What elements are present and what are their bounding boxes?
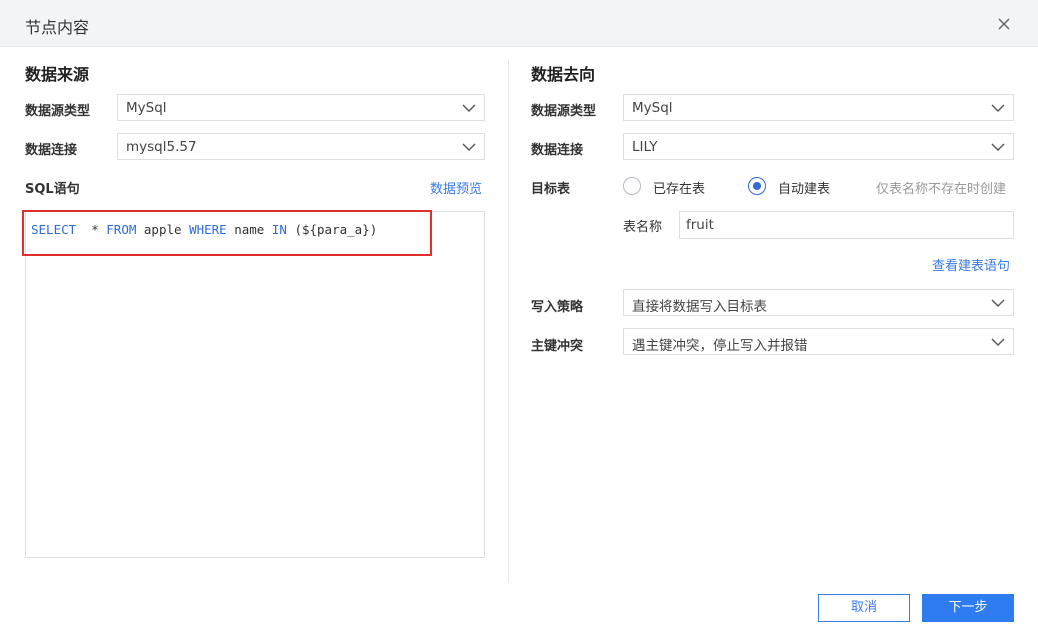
source-type-label: 数据源类型 <box>25 104 91 119</box>
target-table-label: 目标表 <box>531 182 571 197</box>
dialog-title: 节点内容 <box>25 18 90 37</box>
radio-auto-label[interactable]: 自动建表 <box>778 178 830 197</box>
source-conn-label: 数据连接 <box>25 143 78 158</box>
pk-conflict-value: 遇主键冲突，停止写入并报错 <box>632 338 808 354</box>
write-strategy-select[interactable]: 直接将数据写入目标表 <box>623 289 1014 316</box>
radio-existing-table[interactable] <box>623 177 641 195</box>
write-strategy-label: 写入策略 <box>531 300 584 315</box>
radio-auto-create[interactable] <box>748 177 766 195</box>
table-name-label: 表名称 <box>623 220 663 235</box>
source-conn-value: mysql5.57 <box>126 139 197 155</box>
dest-type-value: MySql <box>632 100 673 116</box>
source-type-select[interactable]: MySql <box>117 94 485 121</box>
data-preview-link[interactable]: 数据预览 <box>430 178 482 197</box>
dest-heading: 数据去向 <box>531 65 596 84</box>
source-type-value: MySql <box>126 100 167 116</box>
auto-create-hint: 仅表名称不存在时创建 <box>876 182 1007 197</box>
chevron-down-icon <box>462 104 476 112</box>
dest-type-label: 数据源类型 <box>531 104 597 119</box>
chevron-down-icon <box>991 299 1005 307</box>
dest-type-select[interactable]: MySql <box>623 94 1014 121</box>
chevron-down-icon <box>991 338 1005 346</box>
dest-conn-value: LILY <box>632 139 658 155</box>
highlight-annotation-box <box>22 210 432 256</box>
table-name-value: fruit <box>686 217 714 233</box>
sql-label: SQL语句 <box>25 182 80 197</box>
table-name-input[interactable]: fruit <box>679 211 1014 239</box>
pk-conflict-select[interactable]: 遇主键冲突，停止写入并报错 <box>623 328 1014 355</box>
write-strategy-value: 直接将数据写入目标表 <box>632 299 767 315</box>
panel-divider <box>508 60 509 583</box>
sql-editor[interactable] <box>25 211 485 558</box>
source-heading: 数据来源 <box>25 65 90 84</box>
next-step-button[interactable]: 下一步 <box>922 594 1014 622</box>
pk-conflict-label: 主键冲突 <box>531 339 584 354</box>
chevron-down-icon <box>462 143 476 151</box>
chevron-down-icon <box>991 104 1005 112</box>
dialog-header: 节点内容 <box>0 0 1038 47</box>
close-icon[interactable] <box>992 12 1016 36</box>
view-create-sql-link[interactable]: 查看建表语句 <box>932 255 1010 274</box>
radio-existing-label[interactable]: 已存在表 <box>653 178 705 197</box>
chevron-down-icon <box>991 143 1005 151</box>
dest-conn-select[interactable]: LILY <box>623 133 1014 160</box>
source-conn-select[interactable]: mysql5.57 <box>117 133 485 160</box>
cancel-button[interactable]: 取消 <box>818 594 910 622</box>
dest-conn-label: 数据连接 <box>531 143 584 158</box>
